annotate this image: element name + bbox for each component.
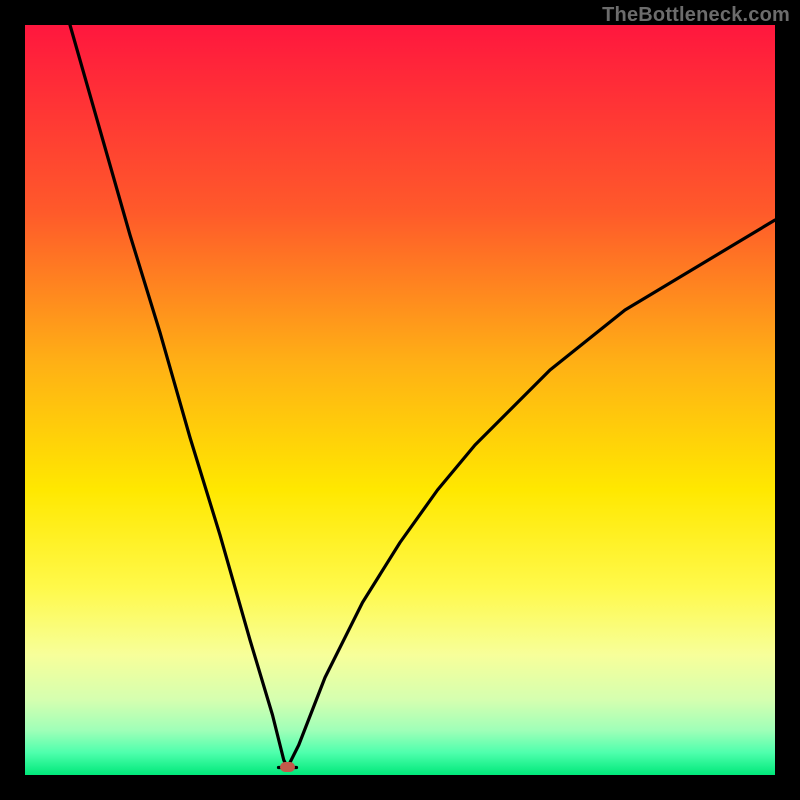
chart-frame: TheBottleneck.com	[0, 0, 800, 800]
attribution-text: TheBottleneck.com	[602, 4, 790, 27]
curve-right-branch	[288, 220, 776, 768]
curve-left-branch	[70, 25, 288, 768]
vertex-marker	[280, 762, 295, 772]
bottleneck-curve	[25, 25, 775, 775]
